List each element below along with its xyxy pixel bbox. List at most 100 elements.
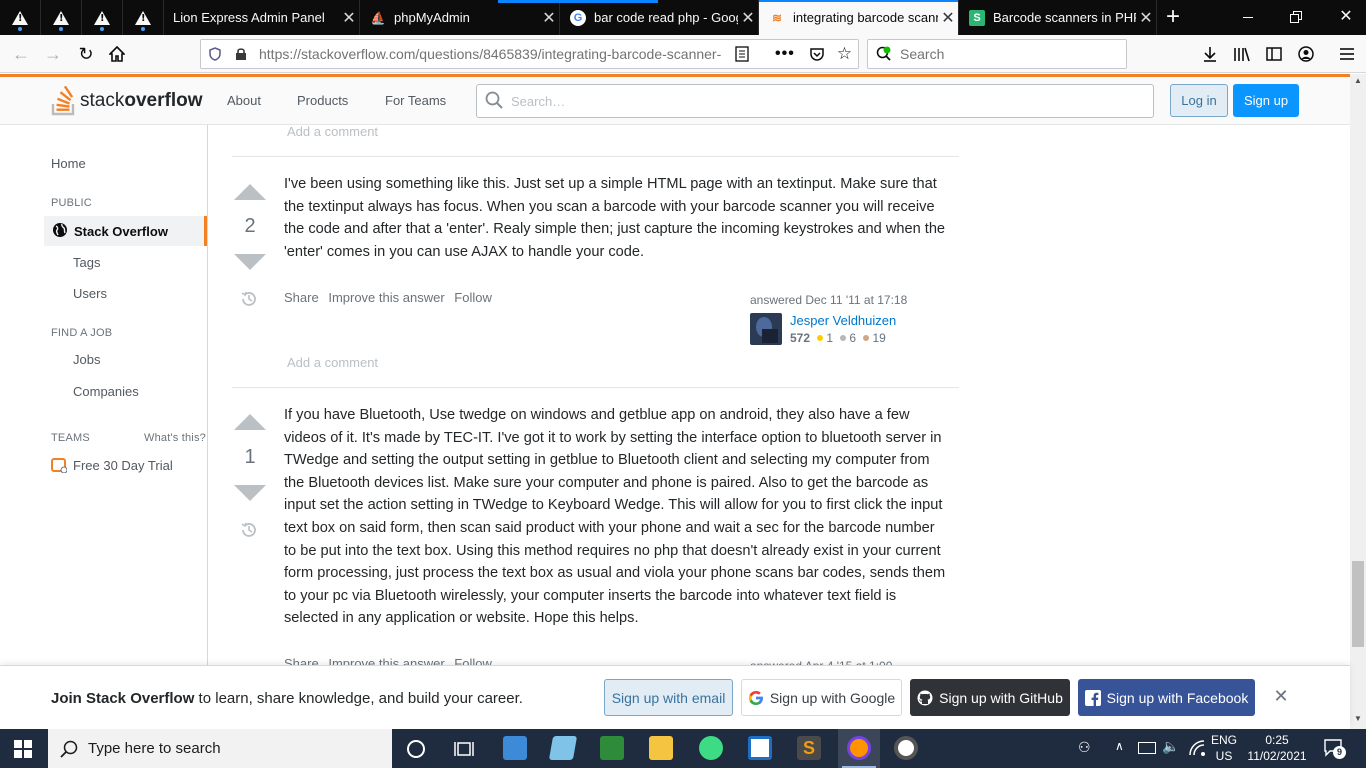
sidebar-item-users[interactable]: Users <box>73 286 107 301</box>
taskbar-search-input[interactable]: Type here to search <box>48 729 392 768</box>
downvote-button[interactable] <box>234 485 266 501</box>
scrollbar-thumb[interactable] <box>1352 561 1364 647</box>
close-icon[interactable]: ✕ <box>938 8 958 28</box>
wifi-icon[interactable] <box>1188 739 1206 757</box>
so-search-input[interactable]: Search… <box>476 84 1154 118</box>
pocket-icon[interactable] <box>809 46 825 62</box>
cortana-icon[interactable] <box>407 740 425 758</box>
answer-body: I've been using something like this. Jus… <box>284 176 946 260</box>
avatar[interactable] <box>750 313 782 345</box>
lock-icon[interactable] <box>235 47 249 61</box>
windows-start-icon[interactable] <box>14 740 32 758</box>
volume-icon[interactable]: 🔈 <box>1162 738 1180 756</box>
reload-icon[interactable]: ↻ <box>72 41 100 67</box>
sidebar-item-home[interactable]: Home <box>51 156 86 171</box>
answer-divider <box>232 156 959 157</box>
answer-body: If you have Bluetooth, Use twedge on win… <box>284 407 946 627</box>
close-icon[interactable]: ✕ <box>1136 8 1156 28</box>
close-icon[interactable]: ✕ <box>738 8 758 28</box>
signup-google-button[interactable]: Sign up with Google <box>741 679 902 716</box>
notepad-app-icon[interactable] <box>548 736 578 760</box>
signup-email-button[interactable]: Sign up with email <box>604 679 733 716</box>
tab-title: Barcode scanners in PHP a <box>993 10 1136 25</box>
account-icon[interactable] <box>1292 41 1320 67</box>
page-actions-icon[interactable]: ••• <box>775 45 795 63</box>
close-icon[interactable]: ✕ <box>539 8 559 28</box>
windows-taskbar: Type here to search S ⚇ ∧ 🔈 ENG US 0:25 … <box>0 729 1366 768</box>
add-comment-link[interactable]: Add a comment <box>287 124 378 139</box>
pinned-tab-warning-2[interactable] <box>41 0 82 35</box>
network-app-icon[interactable] <box>503 736 527 760</box>
sidebar-item-companies[interactable]: Companies <box>73 384 139 399</box>
scroll-down-arrow-icon[interactable]: ▼ <box>1352 714 1364 724</box>
show-hidden-icons-icon[interactable]: ∧ <box>1115 739 1129 757</box>
login-button[interactable]: Log in <box>1170 84 1228 117</box>
close-window-icon[interactable]: ✕ <box>1336 6 1356 26</box>
people-icon[interactable]: ⚇ <box>1078 739 1096 757</box>
tab-google-search[interactable]: G bar code read php - Goog ✕ <box>560 0 759 35</box>
sidebar-item-jobs[interactable]: Jobs <box>73 352 100 367</box>
downloads-icon[interactable] <box>1196 41 1224 67</box>
bookmark-star-icon[interactable]: ☆ <box>837 44 852 64</box>
tab-phpmyadmin[interactable]: ⛵ phpMyAdmin ✕ <box>360 0 560 35</box>
library-icon[interactable] <box>1228 41 1256 67</box>
back-arrow-icon[interactable]: ← <box>7 41 35 67</box>
history-icon[interactable] <box>240 290 258 308</box>
firefox-taskbar-button[interactable] <box>838 729 880 768</box>
nav-for-teams[interactable]: For Teams <box>385 93 446 108</box>
tab-lion-express[interactable]: Lion Express Admin Panel ✕ <box>164 0 360 35</box>
new-tab-plus-icon[interactable]: + <box>1160 4 1186 30</box>
downvote-button[interactable] <box>234 254 266 270</box>
add-comment-link[interactable]: Add a comment <box>287 355 378 370</box>
share-link[interactable]: Share <box>284 290 319 305</box>
signup-github-button[interactable]: Sign up with GitHub <box>910 679 1070 716</box>
tracking-shield-icon[interactable] <box>209 47 223 61</box>
nav-products[interactable]: Products <box>297 93 348 108</box>
sidebar-toggle-icon[interactable] <box>1260 41 1288 67</box>
improve-answer-link[interactable]: Improve this answer <box>328 290 444 305</box>
upvote-button[interactable] <box>234 414 266 430</box>
language-indicator[interactable]: ENG US <box>1206 733 1242 763</box>
home-icon[interactable] <box>103 41 131 67</box>
nav-about[interactable]: About <box>227 93 261 108</box>
battery-icon[interactable] <box>1138 742 1156 754</box>
user-name-link[interactable]: Jesper Veldhuizen <box>790 313 896 328</box>
sidebar-item-tags[interactable]: Tags <box>73 255 100 270</box>
action-center-icon[interactable]: 9 <box>1324 739 1346 759</box>
forward-arrow-icon[interactable]: → <box>39 41 67 67</box>
signup-button[interactable]: Sign up <box>1233 84 1299 117</box>
window-app-icon[interactable] <box>748 736 772 760</box>
sidebar-item-free-trial[interactable]: Free 30 Day Trial <box>51 457 173 474</box>
signup-facebook-button[interactable]: Sign up with Facebook <box>1078 679 1255 716</box>
spreadsheet-app-icon[interactable] <box>600 736 624 760</box>
sidebar-item-stack-overflow[interactable]: Stack Overflow <box>44 216 207 246</box>
tab-barcode-scanners-php[interactable]: S Barcode scanners in PHP a ✕ <box>959 0 1157 35</box>
media-app-icon[interactable] <box>894 736 918 760</box>
scroll-up-arrow-icon[interactable]: ▲ <box>1352 76 1364 86</box>
pinned-tab-warning-4[interactable] <box>123 0 164 35</box>
follow-link[interactable]: Follow <box>454 290 492 305</box>
search-engine-icon[interactable] <box>876 46 894 62</box>
close-banner-icon[interactable]: ✕ <box>1272 686 1290 706</box>
restore-icon[interactable] <box>1288 9 1304 25</box>
upvote-button[interactable] <box>234 184 266 200</box>
close-icon[interactable]: ✕ <box>339 8 359 28</box>
sublime-text-icon[interactable]: S <box>797 736 821 760</box>
browser-search-bar[interactable]: Search <box>867 39 1127 69</box>
so-logo-text-light: stack <box>80 90 125 111</box>
clock[interactable]: 0:25 11/02/2021 <box>1244 733 1310 763</box>
tab-integrating-barcode[interactable]: ≋ integrating barcode scann ✕ <box>759 0 959 35</box>
android-studio-icon[interactable] <box>699 736 723 760</box>
whats-this-link[interactable]: What's this? <box>144 432 206 444</box>
url-bar[interactable]: https://stackoverflow.com/questions/8465… <box>200 39 859 69</box>
hamburger-menu-icon[interactable] <box>1333 41 1361 67</box>
pinned-tab-warning-3[interactable] <box>82 0 123 35</box>
reader-view-icon[interactable] <box>735 46 751 62</box>
pinned-tab-warning-1[interactable] <box>0 0 41 35</box>
file-explorer-icon[interactable] <box>649 736 673 760</box>
task-view-icon[interactable] <box>454 740 474 758</box>
so-logo[interactable]: stack overflow <box>51 85 202 117</box>
signup-github-label: Sign up with GitHub <box>939 689 1063 706</box>
history-icon[interactable] <box>240 521 258 539</box>
minimize-icon[interactable] <box>1240 9 1256 25</box>
